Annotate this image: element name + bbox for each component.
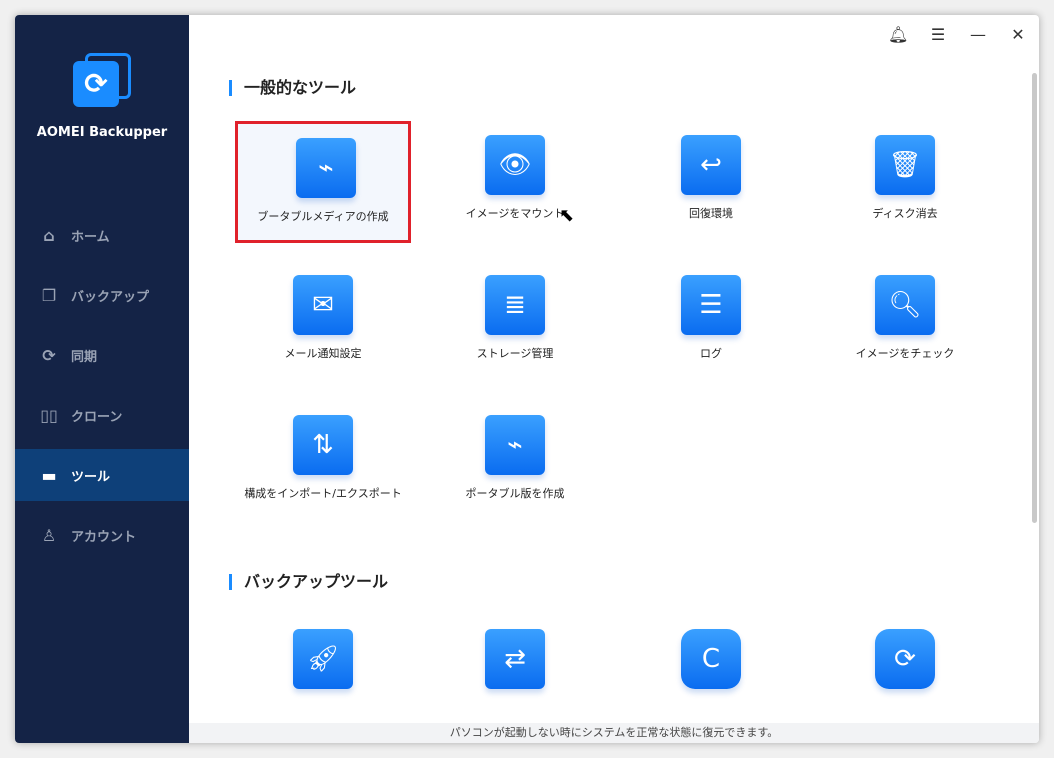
tool-backup-2[interactable]: ⇄ [427, 615, 603, 737]
trash-disk-icon: 🗑︎ [875, 135, 935, 195]
status-bar: パソコンが起動しない時にシステムを正常な状態に復元できます。 [189, 723, 1039, 743]
main-panel: 🔔︎ ☰ — ✕ 一般的なツール ⌁ ブータブルメディアの作成 👁︎ イメージをマウ… [189, 15, 1039, 743]
tool-check-image[interactable]: 🔍︎ イメージをチェック [817, 261, 993, 383]
tool-label: ポータブル版を作成 [465, 487, 565, 500]
user-icon: ♙ [41, 525, 57, 545]
toolbox-icon: ▬ [41, 465, 57, 485]
app-logo: ⟳ [73, 53, 131, 111]
sidebar-item-backup[interactable]: ❐ バックアップ [15, 269, 189, 321]
tool-log[interactable]: ☰ ログ [623, 261, 799, 383]
mail-gear-icon: ✉ [293, 275, 353, 335]
sidebar-item-clone[interactable]: ▯▯ クローン [15, 389, 189, 441]
tool-label: ストレージ管理 [476, 347, 554, 360]
bell-icon[interactable]: 🔔︎ [888, 25, 908, 44]
sidebar-item-label: クローン [71, 409, 123, 425]
sidebar-item-label: ツール [71, 469, 111, 485]
tool-mount-image[interactable]: 👁︎ イメージをマウント [427, 121, 603, 243]
tool-storage-manage[interactable]: ≣ ストレージ管理 [427, 261, 603, 383]
pc-transfer-icon: ⇄ [485, 629, 545, 689]
rocket-laptop-icon: 🚀︎ [293, 629, 353, 689]
backup-icon: ❐ [41, 285, 57, 305]
storage-icon: ≣ [485, 275, 545, 335]
phone-sync-icon: ⟳ [875, 629, 935, 689]
sidebar-item-sync[interactable]: ⟳ 同期 [15, 329, 189, 381]
tool-portable-version[interactable]: ⌁ ポータブル版を作成 [427, 401, 603, 523]
sidebar-item-tools[interactable]: ▬ ツール [15, 449, 189, 501]
tool-disk-wipe[interactable]: 🗑︎ ディスク消去 [817, 121, 993, 243]
sidebar-item-label: アカウント [71, 529, 137, 545]
tool-label: ブータブルメディアの作成 [257, 210, 389, 223]
tool-label: 構成をインポート/エクスポート [244, 487, 402, 500]
usb-icon: ⌁ [296, 138, 356, 198]
app-window: ⟳ AOMEI Backupper ⌂ ホーム ❐ バックアップ ⟳ 同期 ▯▯ クロー… [15, 15, 1039, 743]
import-export-icon: ⇅ [293, 415, 353, 475]
tool-backup-4[interactable]: ⟳ [817, 615, 993, 737]
portable-usb-icon: ⌁ [485, 415, 545, 475]
tool-import-export[interactable]: ⇅ 構成をインポート/エクスポート [235, 401, 411, 523]
app-name: AOMEI Backupper [36, 125, 168, 140]
sidebar-item-label: バックアップ [71, 289, 150, 305]
close-icon[interactable]: ✕ [1008, 25, 1028, 44]
mouse-cursor-icon: ⬉ [559, 205, 575, 226]
section-title-general: 一般的なツール [229, 80, 356, 96]
image-view-icon: 👁︎ [485, 135, 545, 195]
cbackup-icon: C [681, 629, 741, 689]
image-search-icon: 🔍︎ [875, 275, 935, 335]
tool-backup-1[interactable]: 🚀︎ [235, 615, 411, 737]
sync-icon: ⟳ [42, 345, 56, 365]
tool-label: ディスク消去 [872, 207, 938, 220]
tool-create-bootable-media[interactable]: ⌁ ブータブルメディアの作成 [235, 121, 411, 243]
tool-label: ログ [700, 347, 722, 360]
tool-email-notify[interactable]: ✉ メール通知設定 [235, 261, 411, 383]
tool-backup-3[interactable]: C [623, 615, 799, 737]
tool-recovery-env[interactable]: ↩ 回復環境 [623, 121, 799, 243]
sidebar: ⟳ AOMEI Backupper ⌂ ホーム ❐ バックアップ ⟳ 同期 ▯▯ クロー… [15, 15, 189, 743]
tool-label: イメージをマウント [465, 207, 565, 220]
section-title-backup-tools: バックアップツール [229, 574, 388, 590]
menu-icon[interactable]: ☰ [928, 25, 948, 44]
minimize-icon[interactable]: — [968, 25, 988, 44]
sidebar-item-label: ホーム [71, 229, 110, 245]
scrollbar[interactable] [1032, 73, 1037, 523]
sidebar-item-account[interactable]: ♙ アカウント [15, 509, 189, 561]
home-icon: ⌂ [43, 225, 55, 245]
log-icon: ☰ [681, 275, 741, 335]
sidebar-item-home[interactable]: ⌂ ホーム [15, 209, 189, 261]
tool-label: イメージをチェック [855, 347, 955, 360]
clone-icon: ▯▯ [40, 405, 58, 425]
monitor-return-icon: ↩ [681, 135, 741, 195]
sidebar-item-label: 同期 [71, 349, 98, 365]
tool-label: メール通知設定 [284, 347, 362, 360]
tool-label: 回復環境 [689, 207, 733, 220]
